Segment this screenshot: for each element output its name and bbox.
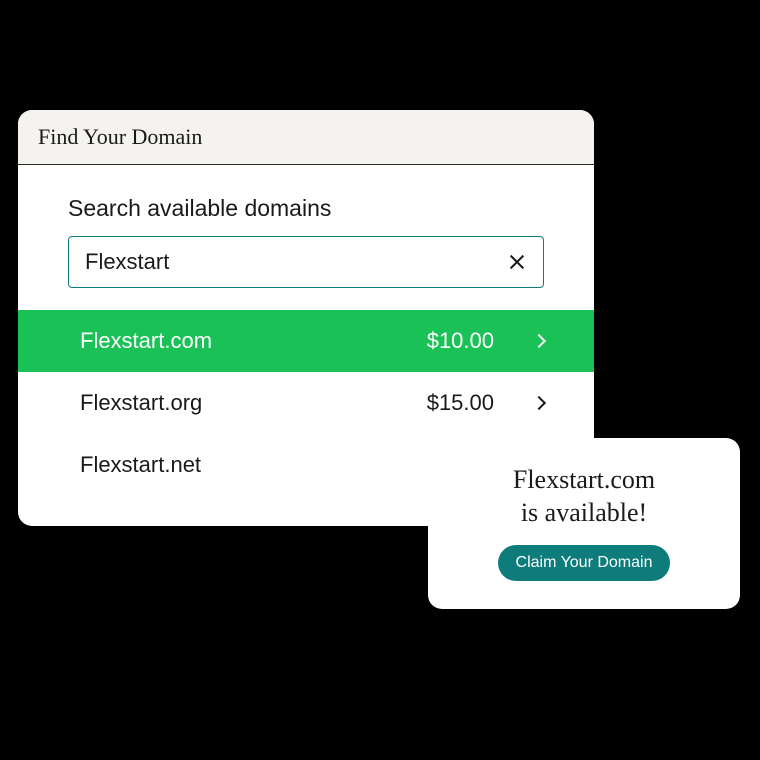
search-label: Search available domains — [68, 195, 544, 222]
clear-icon[interactable] — [507, 252, 527, 272]
result-row[interactable]: Flexstart.com $10.00 — [18, 310, 594, 372]
chevron-right-icon — [532, 396, 546, 410]
popup-domain: Flexstart.com — [513, 465, 655, 494]
chevron-right-icon — [532, 334, 546, 348]
claim-domain-button[interactable]: Claim Your Domain — [498, 545, 671, 581]
popup-title: Flexstart.com is available! — [448, 464, 720, 529]
search-section: Search available domains — [18, 195, 594, 288]
search-input[interactable] — [85, 249, 507, 275]
result-domain: Flexstart.com — [80, 328, 427, 354]
search-box[interactable] — [68, 236, 544, 288]
availability-popup: Flexstart.com is available! Claim Your D… — [428, 438, 740, 609]
result-domain: Flexstart.org — [80, 390, 427, 416]
panel-title: Find Your Domain — [18, 110, 594, 165]
result-price: $10.00 — [427, 328, 494, 354]
result-row[interactable]: Flexstart.org $15.00 — [18, 372, 594, 434]
result-price: $15.00 — [427, 390, 494, 416]
popup-status: is available! — [521, 498, 647, 527]
